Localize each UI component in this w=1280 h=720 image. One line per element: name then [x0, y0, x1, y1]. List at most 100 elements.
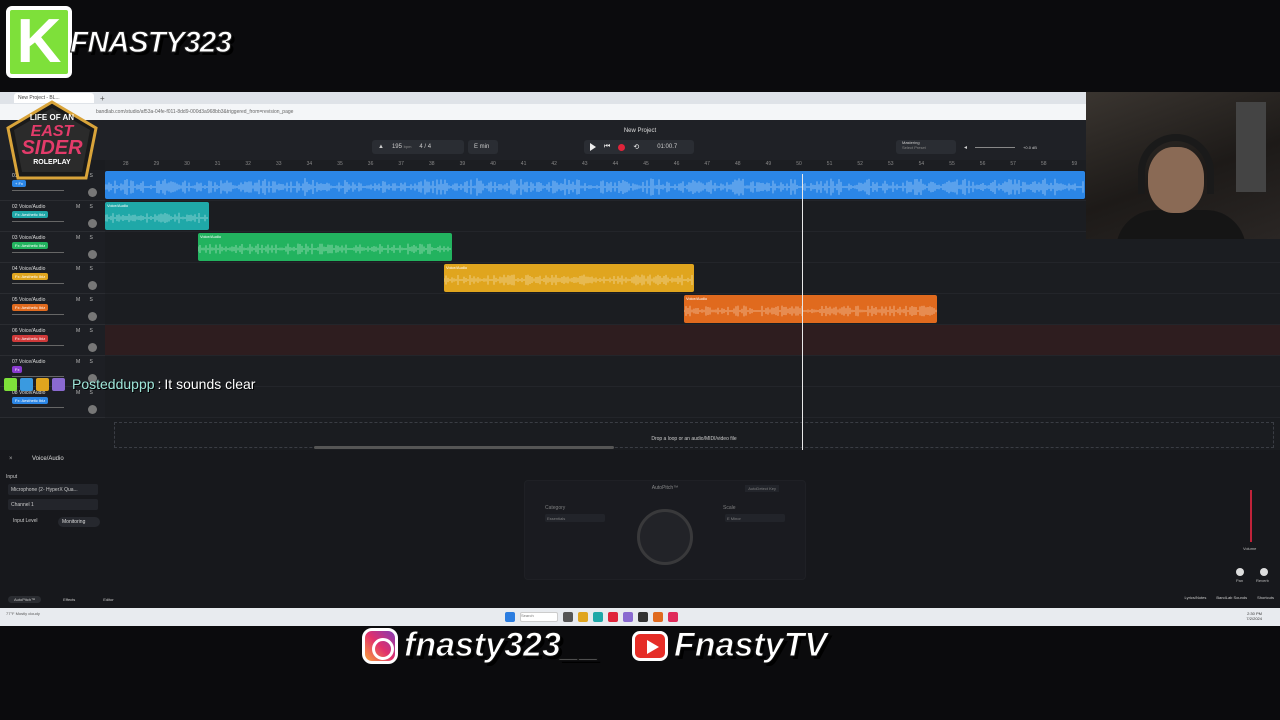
- reverb-knob[interactable]: [1260, 568, 1268, 576]
- shortcuts-button[interactable]: Shortcuts: [1257, 595, 1274, 600]
- mute-solo-buttons[interactable]: M S: [76, 266, 97, 272]
- track-header[interactable]: 02 Voice/Audio Fx: Aesthetic Ibiz M S: [0, 201, 105, 232]
- track-header[interactable]: 06 Voice/Audio Fx: Aesthetic Ibiz M S: [0, 325, 105, 356]
- category-select[interactable]: Essentials: [545, 514, 605, 522]
- pan-knob[interactable]: [1236, 568, 1244, 576]
- autodetect-key-button[interactable]: AutoDetect Key: [745, 485, 779, 492]
- track-fx-badge[interactable]: Fx: Aesthetic Ibiz: [12, 304, 49, 311]
- input-device-select[interactable]: Microphone (2- HyperX Qua...: [8, 484, 98, 495]
- mute-solo-buttons[interactable]: M S: [76, 359, 97, 365]
- audio-clip[interactable]: Voice/Audio: [105, 202, 209, 230]
- metronome-icon[interactable]: ▲: [378, 144, 384, 150]
- drop-zone[interactable]: Drop a loop or an audio/MIDI/video file: [114, 422, 1274, 448]
- track-pan-knob[interactable]: [88, 281, 97, 290]
- channel-select[interactable]: Channel 1: [8, 499, 98, 510]
- track-lane[interactable]: Voice/Audio: [105, 294, 1280, 325]
- record-button[interactable]: [618, 143, 626, 151]
- key-value[interactable]: E min: [474, 144, 489, 150]
- edge-icon[interactable]: [593, 612, 603, 622]
- address-bar[interactable]: bandlab.com/studio/af53a-04fe-f011-8dd9-…: [0, 104, 1086, 120]
- horizontal-scrollbar[interactable]: [314, 446, 614, 449]
- track-fx-badge[interactable]: Fx: Aesthetic Ibiz: [12, 335, 49, 342]
- track-volume-slider[interactable]: [12, 190, 64, 191]
- playhead[interactable]: [802, 174, 803, 450]
- new-tab-button[interactable]: +: [100, 94, 105, 103]
- track-fx-badge[interactable]: Fx: [12, 366, 23, 373]
- tempo-box[interactable]: ▲ 195 bpm 4 / 4: [372, 140, 464, 154]
- volume-meter[interactable]: [1250, 490, 1252, 542]
- start-icon[interactable]: [505, 612, 515, 622]
- track-lane[interactable]: [105, 356, 1280, 387]
- weather-widget[interactable]: 77°F Mostly cloudy: [6, 611, 40, 616]
- track-volume-slider[interactable]: [12, 314, 64, 315]
- mute-solo-buttons[interactable]: M S: [76, 235, 97, 241]
- scale-select[interactable]: E Minor: [725, 514, 785, 522]
- time-signature[interactable]: 4 / 4: [419, 144, 431, 150]
- mute-solo-buttons[interactable]: M S: [76, 297, 97, 303]
- taskbar-clock[interactable]: 2:30 PM 7/2/2024: [1246, 611, 1262, 621]
- audio-clip[interactable]: Voice/Audio: [198, 233, 452, 261]
- audio-clip[interactable]: [105, 171, 1085, 199]
- mute-solo-buttons[interactable]: M S: [76, 328, 97, 334]
- bandlab-sounds-button[interactable]: BandLab Sounds: [1216, 595, 1247, 600]
- track-fx-badge[interactable]: Fx: Aesthetic Ibiz: [12, 242, 49, 249]
- effects-tab[interactable]: Effects: [57, 596, 81, 603]
- track-lane[interactable]: Voice/Audio: [105, 263, 1280, 294]
- track-pan-knob[interactable]: [88, 405, 97, 414]
- track-lane[interactable]: [105, 325, 1280, 356]
- track-header[interactable]: 05 Voice/Audio Fx: Aesthetic Ibiz M S: [0, 294, 105, 325]
- app-icon[interactable]: [638, 612, 648, 622]
- master-volume[interactable]: ◂ +0.0 dB: [958, 140, 1048, 154]
- track-name[interactable]: 05 Voice/Audio: [12, 297, 45, 303]
- autopitch-tab[interactable]: AutoPitch™: [8, 595, 42, 603]
- close-panel-icon[interactable]: ×: [9, 456, 13, 462]
- tempo-value[interactable]: 195: [392, 144, 402, 150]
- mute-solo-buttons[interactable]: M S: [76, 204, 97, 210]
- track-name[interactable]: 03 Voice/Audio: [12, 235, 45, 241]
- ruler-tick-label: 37: [398, 161, 404, 167]
- track-lane[interactable]: [105, 387, 1280, 418]
- track-header[interactable]: 03 Voice/Audio Fx: Aesthetic Ibiz M S: [0, 232, 105, 263]
- track-pan-knob[interactable]: [88, 343, 97, 352]
- waveform: [105, 178, 1084, 196]
- track-pan-knob[interactable]: [88, 312, 97, 321]
- chrome-icon[interactable]: [608, 612, 618, 622]
- taskbar-search[interactable]: Search: [520, 612, 558, 622]
- app-icon[interactable]: [668, 612, 678, 622]
- track-volume-slider[interactable]: [12, 252, 64, 253]
- track-volume-slider[interactable]: [12, 221, 64, 222]
- app-icon[interactable]: [653, 612, 663, 622]
- track-name[interactable]: 06 Voice/Audio: [12, 328, 45, 334]
- loop-icon[interactable]: ⟲: [633, 143, 639, 151]
- track-fx-badge[interactable]: Fx: Aesthetic Ibiz: [12, 211, 49, 218]
- master-slider[interactable]: [975, 146, 1016, 148]
- audio-clip[interactable]: Voice/Audio: [444, 264, 694, 292]
- skip-back-button[interactable]: ⏮: [604, 143, 610, 151]
- mastering-box[interactable]: Mastering Select Preset: [896, 140, 956, 154]
- track-name[interactable]: 07 Voice/Audio: [12, 359, 45, 365]
- track-fx-badge[interactable]: Fx: Aesthetic Ibiz: [12, 273, 49, 280]
- track-pan-knob[interactable]: [88, 219, 97, 228]
- play-button[interactable]: [590, 143, 596, 151]
- mastering-preset[interactable]: Select Preset: [902, 145, 926, 150]
- speaker-icon[interactable]: ◂: [964, 144, 967, 151]
- track-name[interactable]: 04 Voice/Audio: [12, 266, 45, 272]
- track-pan-knob[interactable]: [88, 188, 97, 197]
- taskview-icon[interactable]: [563, 612, 573, 622]
- track-header[interactable]: 04 Voice/Audio Fx: Aesthetic Ibiz M S: [0, 263, 105, 294]
- editor-tab[interactable]: Editor: [97, 596, 119, 603]
- track-volume-slider[interactable]: [12, 283, 64, 284]
- track-fx-badge[interactable]: Fx: Aesthetic Ibiz: [12, 397, 49, 404]
- autopitch-knob[interactable]: [637, 509, 693, 565]
- track-pan-knob[interactable]: [88, 250, 97, 259]
- explorer-icon[interactable]: [578, 612, 588, 622]
- track-volume-slider[interactable]: [12, 407, 64, 408]
- url-text[interactable]: bandlab.com/studio/af53a-04fe-f011-8dd9-…: [96, 109, 293, 115]
- track-volume-slider[interactable]: [12, 345, 64, 346]
- app-icon[interactable]: [623, 612, 633, 622]
- track-name[interactable]: 02 Voice/Audio: [12, 204, 45, 210]
- audio-clip[interactable]: Voice/Audio: [684, 295, 937, 323]
- monitoring-button[interactable]: Monitoring: [58, 517, 100, 527]
- lyrics-notes-button[interactable]: Lyrics/Notes: [1185, 595, 1207, 600]
- key-box[interactable]: E min: [468, 140, 498, 154]
